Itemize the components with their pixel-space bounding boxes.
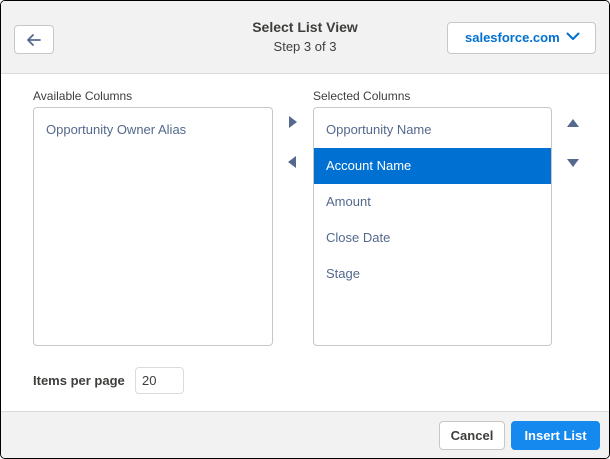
available-columns-list[interactable]: Opportunity Owner Alias: [33, 107, 273, 346]
list-item-label: Account Name: [326, 158, 412, 173]
list-item-label: Opportunity Name: [326, 122, 432, 137]
list-item[interactable]: Opportunity Name: [314, 112, 551, 148]
items-per-page-input[interactable]: [135, 367, 184, 394]
dialog-header: Select List View Step 3 of 3 salesforce.…: [1, 1, 609, 74]
chevron-down-icon: [566, 32, 580, 40]
list-item-label: Stage: [326, 266, 360, 281]
org-select[interactable]: salesforce.com: [447, 22, 596, 54]
add-column-button[interactable]: [283, 113, 301, 131]
move-up-button[interactable]: [564, 114, 582, 132]
selected-columns-label: Selected Columns: [313, 89, 411, 103]
list-item[interactable]: Amount: [314, 184, 551, 220]
triangle-right-icon: [288, 116, 297, 128]
available-columns-label: Available Columns: [33, 89, 133, 103]
list-item[interactable]: Stage: [314, 256, 551, 292]
cancel-button[interactable]: Cancel: [439, 421, 505, 450]
items-per-page-label: Items per page: [33, 373, 125, 388]
list-item-label: Opportunity Owner Alias: [46, 122, 187, 137]
org-select-value: salesforce.com: [465, 30, 560, 45]
selected-columns-list[interactable]: Opportunity Name Account Name Amount Clo…: [313, 107, 552, 346]
list-item-selected[interactable]: Account Name: [314, 148, 551, 184]
move-down-button[interactable]: [564, 153, 582, 171]
remove-column-button[interactable]: [283, 153, 301, 171]
triangle-down-icon: [567, 158, 579, 167]
select-list-view-dialog: Select List View Step 3 of 3 salesforce.…: [0, 0, 610, 459]
dialog-footer: Cancel Insert List: [1, 411, 609, 458]
list-item-label: Amount: [326, 194, 371, 209]
insert-list-button[interactable]: Insert List: [511, 421, 600, 450]
triangle-up-icon: [567, 118, 579, 127]
list-item[interactable]: Close Date: [314, 220, 551, 256]
triangle-left-icon: [287, 156, 296, 168]
list-item-label: Close Date: [326, 230, 391, 245]
list-item[interactable]: Opportunity Owner Alias: [34, 112, 272, 148]
